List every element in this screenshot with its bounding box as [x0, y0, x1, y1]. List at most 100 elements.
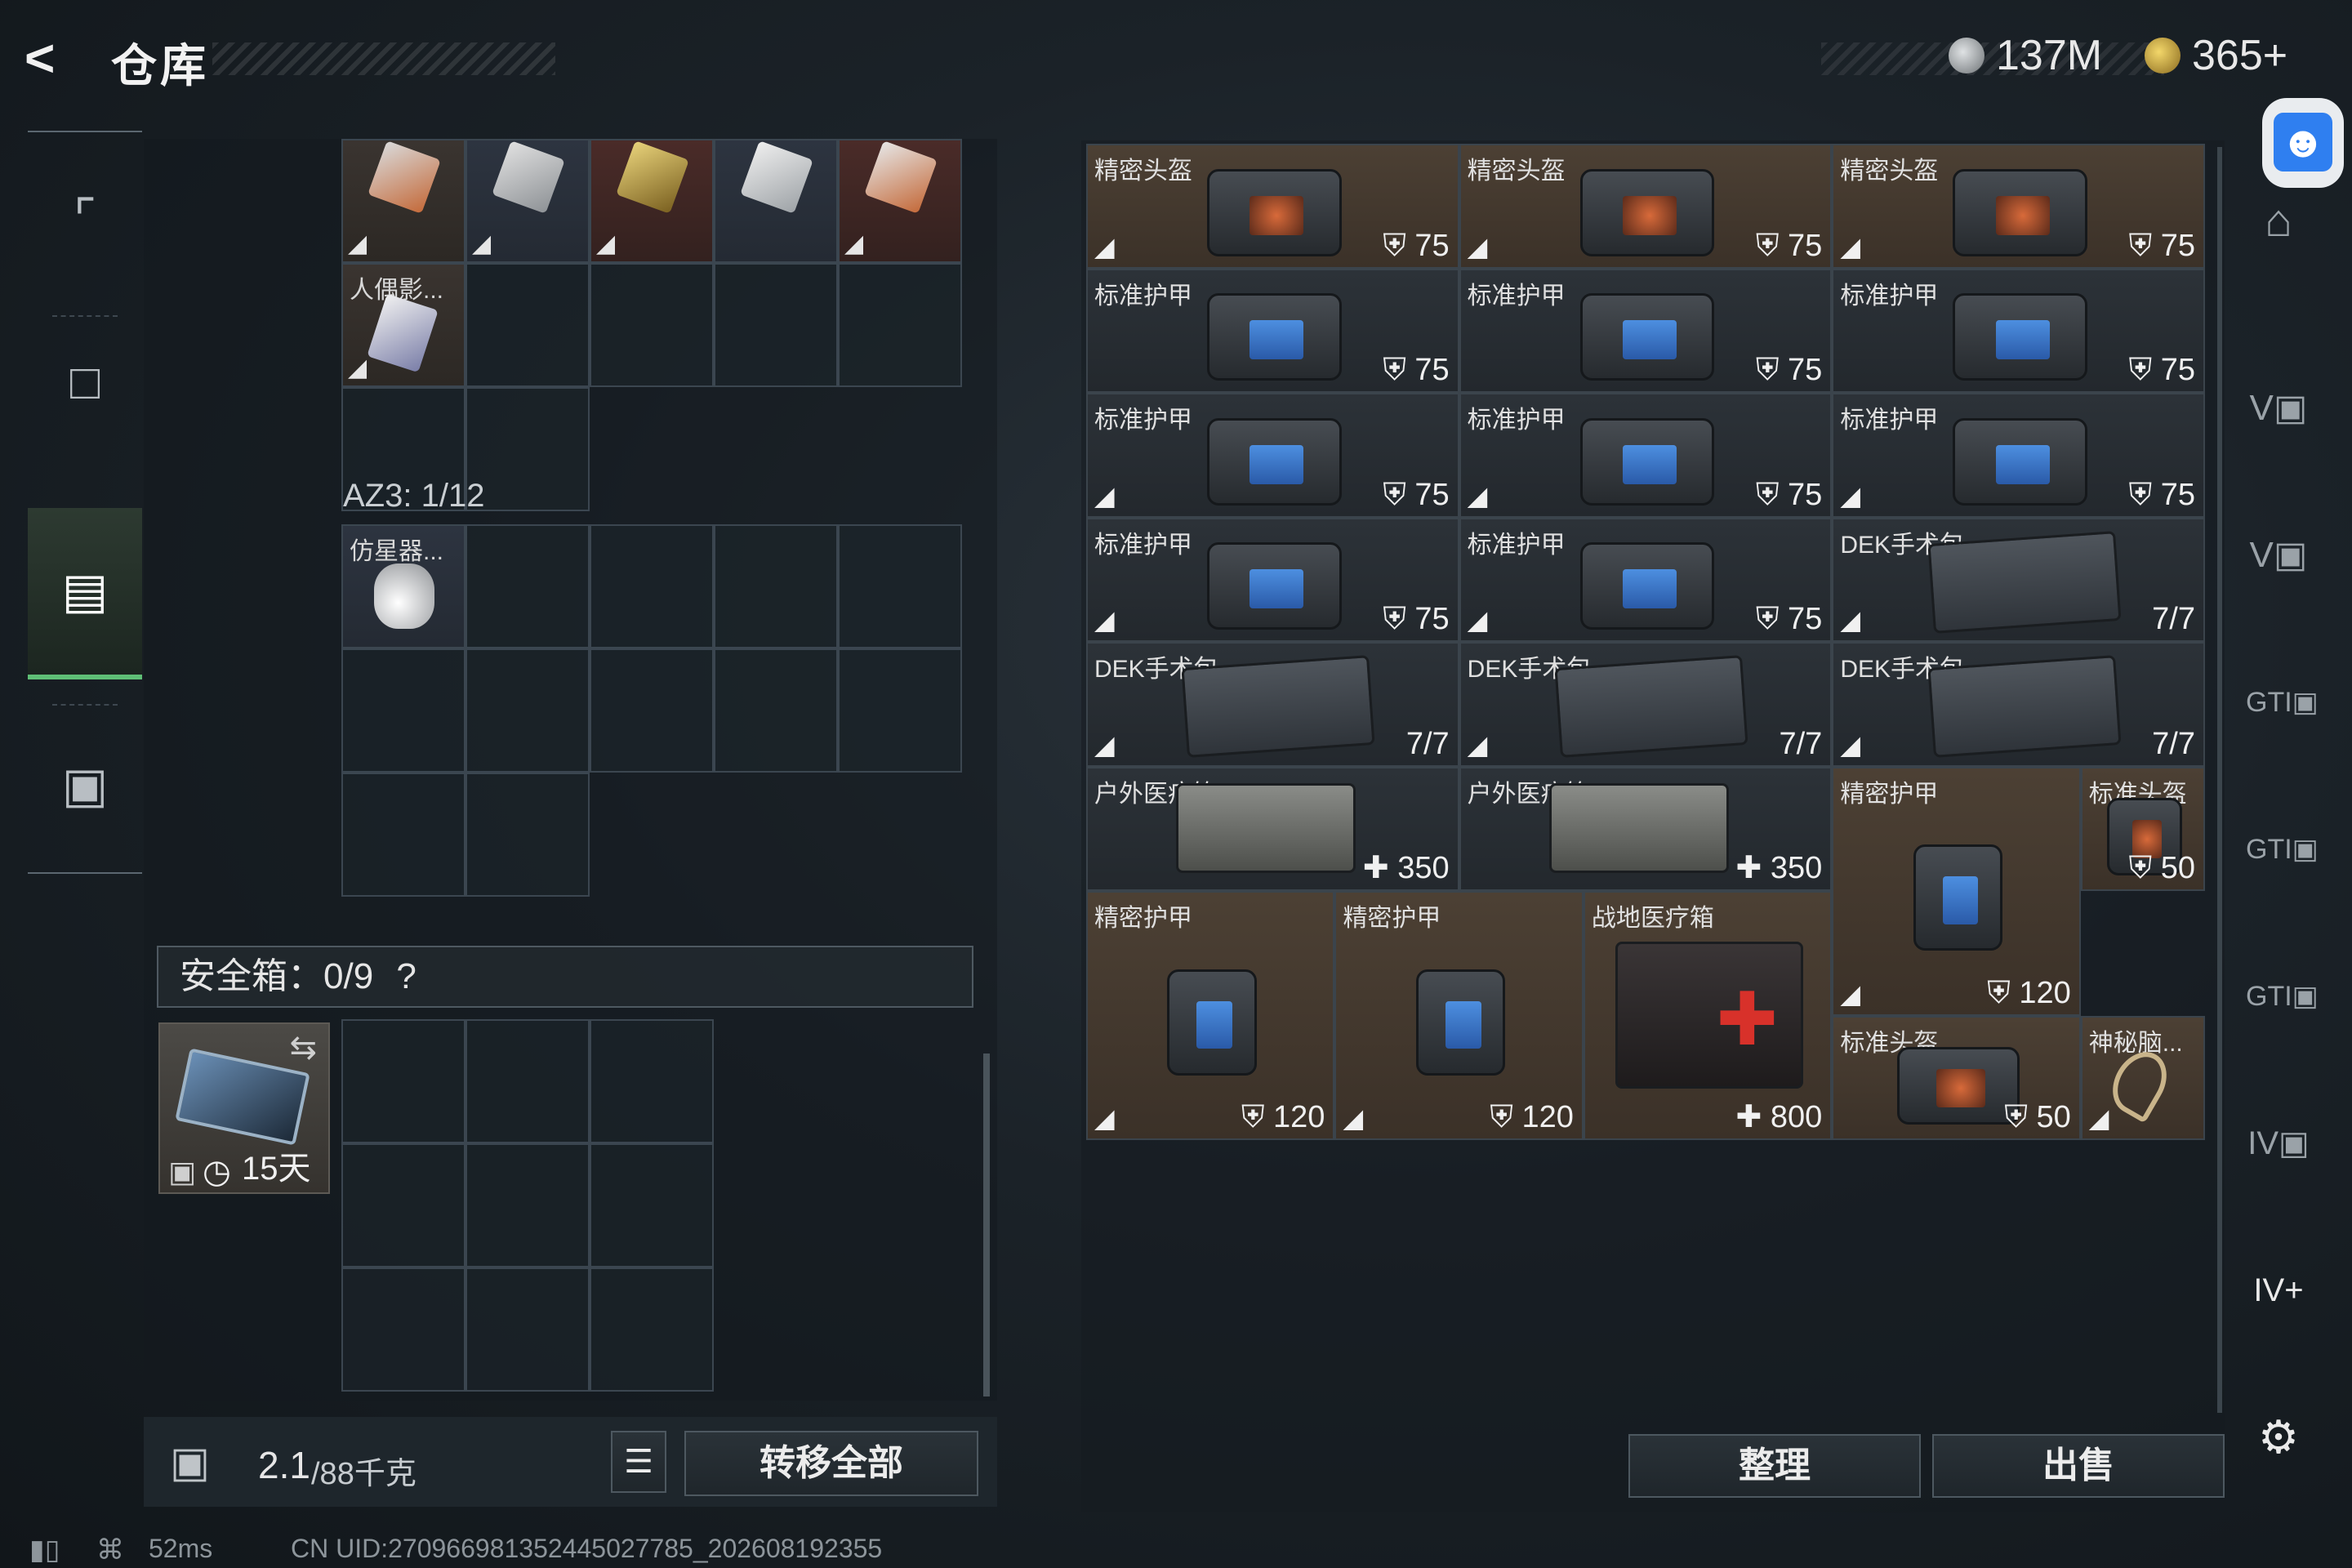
grid-slot[interactable]: [590, 524, 714, 648]
help-icon[interactable]: ?: [396, 956, 416, 996]
item-image: [367, 293, 439, 373]
item-name: 标准护甲: [1467, 531, 1566, 559]
grid-slot[interactable]: [466, 1143, 590, 1267]
heal-icon: ✚: [1735, 851, 1771, 885]
loadout-scrollbar[interactable]: [983, 1054, 990, 1396]
item-image: [1207, 293, 1342, 381]
grid-item-renying[interactable]: 人偶影... ◢: [341, 263, 466, 387]
item-name: 标准护甲: [1094, 407, 1192, 434]
currency-gold[interactable]: 365+: [2145, 31, 2287, 80]
grid-slot[interactable]: [590, 263, 714, 387]
grid-slot[interactable]: [341, 773, 466, 897]
case-iv-add-icon[interactable]: IV+: [2246, 1258, 2311, 1323]
heal-icon: ✚: [1362, 851, 1398, 885]
no-insure-icon: ◢: [1343, 1103, 1364, 1133]
swap-icon[interactable]: ⇆: [289, 1029, 317, 1067]
grid-item[interactable]: ◢: [341, 139, 466, 263]
stash-item[interactable]: 标准护甲 ◢ ⛨ 75: [1459, 517, 1833, 642]
item-name: 标准护甲: [1094, 531, 1192, 559]
case-v-icon[interactable]: V▣: [2246, 523, 2311, 588]
grid-item[interactable]: ◢: [590, 139, 714, 263]
stash-item[interactable]: 标准护甲 ◢ ⛨ 75: [1086, 517, 1459, 642]
grid-slot[interactable]: [466, 773, 590, 897]
stash-item[interactable]: 户外医疗箱 ✚ 350: [1459, 766, 1833, 891]
grid-slot[interactable]: [714, 648, 838, 773]
case-v-icon[interactable]: V▣: [2246, 376, 2311, 441]
grid-slot[interactable]: [466, 263, 590, 387]
stash-item[interactable]: 标准护甲 ◢ ⛨ 75: [1086, 393, 1459, 518]
grid-item[interactable]: [714, 139, 838, 263]
list-view-button[interactable]: ☰: [611, 1431, 666, 1493]
tab-case[interactable]: ▣: [28, 704, 142, 867]
stash-item[interactable]: 精密头盔 ◢ ⛨ 75: [1459, 144, 1833, 269]
grid-slot[interactable]: [341, 648, 466, 773]
stash-item[interactable]: 标准头盔 ⛨ 50: [2080, 766, 2205, 891]
grid-item[interactable]: ◢: [466, 139, 590, 263]
tab-vest[interactable]: ▤: [28, 508, 142, 679]
grid-slot[interactable]: [714, 263, 838, 387]
weight-current: 2.1: [258, 1444, 310, 1486]
grid-slot[interactable]: [466, 1019, 590, 1143]
grid-slot[interactable]: [341, 1267, 466, 1392]
grid-slot[interactable]: [341, 1019, 466, 1143]
stash-scrollbar[interactable]: [2217, 147, 2222, 1413]
case-iv-icon[interactable]: IV▣: [2246, 1111, 2311, 1176]
stash-item[interactable]: 户外医疗箱 ✚ 350: [1086, 766, 1459, 891]
item-value: 120: [2019, 975, 2071, 1010]
item-image: [1176, 782, 1356, 873]
stash-item[interactable]: 精密护甲 ◢ ⛨ 120: [1086, 891, 1335, 1140]
az3-capacity-label: AZ3: 1/12: [343, 478, 485, 514]
grid-slot[interactable]: [590, 1019, 714, 1143]
grid-slot[interactable]: [838, 263, 962, 387]
grid-slot[interactable]: [466, 648, 590, 773]
item-image: [1207, 168, 1342, 256]
red-cross-icon: ✚: [1716, 979, 1779, 1061]
list-icon: ☰: [624, 1444, 653, 1480]
grid-slot[interactable]: [341, 1143, 466, 1267]
settings-icon[interactable]: ⚙: [2246, 1405, 2311, 1470]
stash-item[interactable]: DEK手术包 ◢ 7/7: [1086, 642, 1459, 767]
sort-button[interactable]: 整理: [1628, 1434, 1921, 1498]
stash-item[interactable]: DEK手术包 ◢ 7/7: [1832, 517, 2205, 642]
stash-item[interactable]: 精密护甲 ◢ ⛨ 120: [1334, 891, 1584, 1140]
sell-button[interactable]: 出售: [1932, 1434, 2225, 1498]
no-insure-icon: ◢: [1094, 480, 1115, 510]
stash-item[interactable]: 标准护甲 ⛨ 75: [1459, 268, 1833, 393]
stash-item[interactable]: 标准护甲 ⛨ 75: [1832, 268, 2205, 393]
tab-weapons[interactable]: ⌜: [28, 132, 142, 304]
tab-backpack[interactable]: □: [28, 320, 142, 443]
grid-slot[interactable]: [838, 648, 962, 773]
stash-item[interactable]: 精密头盔 ◢ ⛨ 75: [1832, 144, 2205, 269]
stash-item[interactable]: DEK手术包 ◢ 7/7: [1459, 642, 1833, 767]
grid-slot[interactable]: [714, 524, 838, 648]
no-insure-icon: ◢: [1840, 729, 1860, 760]
grid-slot[interactable]: [590, 648, 714, 773]
safe-box-item[interactable]: ⇆ ▣ ◷ 15天: [158, 1022, 330, 1194]
stash-item[interactable]: 战地医疗箱 ✚ ✚ 800: [1583, 891, 1833, 1140]
stash-item[interactable]: 标准护甲 ◢ ⛨ 75: [1459, 393, 1833, 518]
grid-slot[interactable]: [838, 524, 962, 648]
stash-home-icon[interactable]: ⌂: [2246, 188, 2311, 253]
case-gti-icon[interactable]: GTI▣: [2246, 670, 2319, 735]
grid-item[interactable]: ◢: [838, 139, 962, 263]
stash-item[interactable]: DEK手术包 ◢ 7/7: [1832, 642, 2205, 767]
grid-slot[interactable]: [466, 524, 590, 648]
item-name: 战地医疗箱: [1591, 905, 1714, 932]
stash-item[interactable]: 精密护甲 ◢ ⛨ 120: [1832, 766, 2081, 1016]
stash-item[interactable]: 标准头盔 ⛨ 50: [1832, 1015, 2081, 1140]
back-arrow-icon[interactable]: <: [24, 29, 82, 87]
case-gti-icon[interactable]: GTI▣: [2246, 964, 2319, 1029]
transfer-all-button[interactable]: 转移全部: [684, 1431, 978, 1496]
stash-item[interactable]: 神秘脑... ◢: [2080, 1015, 2205, 1140]
grid-slot[interactable]: [590, 1267, 714, 1392]
stash-item[interactable]: 标准护甲 ⛨ 75: [1086, 268, 1459, 393]
item-name: 标准护甲: [1840, 407, 1939, 434]
stash-item[interactable]: 标准护甲 ◢ ⛨ 75: [1832, 393, 2205, 518]
grid-slot[interactable]: [466, 1267, 590, 1392]
case-gti-icon[interactable]: GTI▣: [2246, 817, 2319, 882]
stash-item[interactable]: 精密头盔 ◢ ⛨ 75: [1086, 144, 1459, 269]
grid-slot[interactable]: [590, 1143, 714, 1267]
item-value: 7/7: [2152, 726, 2195, 761]
left-sidebar: ⌜ □ ▤ ▣: [28, 131, 142, 874]
grid-item-fangxing[interactable]: 仿星器...: [341, 524, 466, 648]
